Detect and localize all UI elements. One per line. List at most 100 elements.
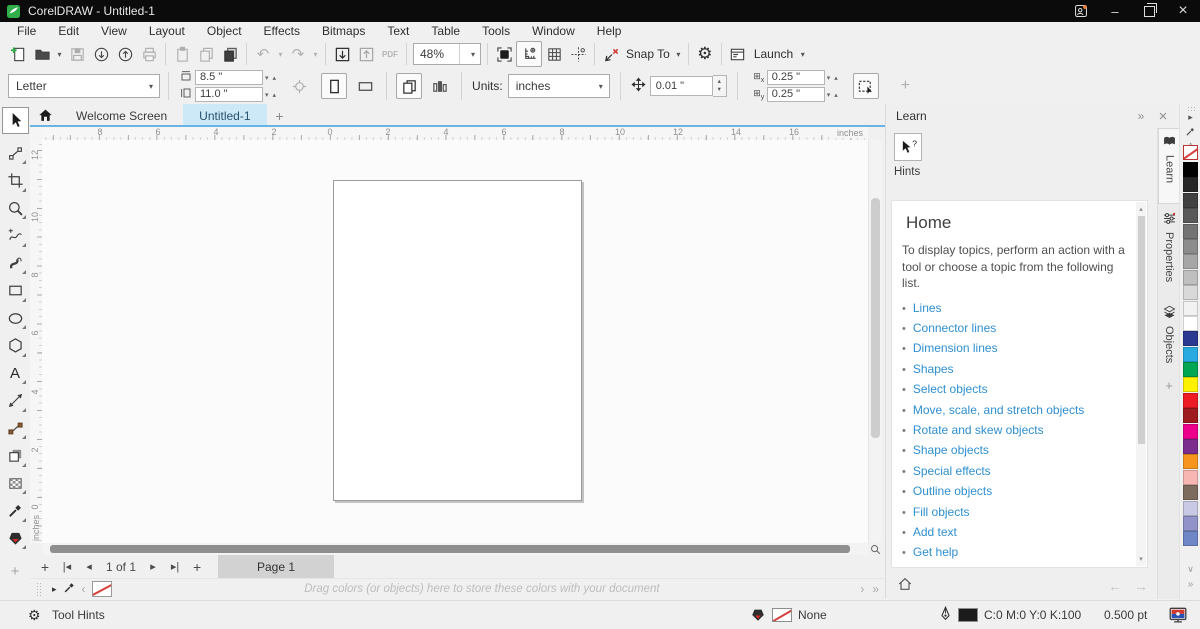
new-document-tab-icon[interactable]: + — [267, 104, 293, 127]
palette-eyedropper-icon[interactable] — [63, 581, 76, 597]
spin-down-icon[interactable]: ▾ — [825, 74, 833, 82]
nudge-distance-input[interactable]: 0.01 " — [650, 76, 713, 96]
show-grid-icon[interactable] — [542, 42, 566, 66]
tab-untitled-1[interactable]: Untitled-1 — [183, 104, 266, 127]
duplicate-icon[interactable] — [218, 42, 242, 66]
portrait-orientation-icon[interactable] — [321, 73, 347, 99]
scroll-down-icon[interactable]: ▾ — [1136, 555, 1146, 563]
page-height-input[interactable]: 11.0 " — [195, 87, 263, 102]
palette-swatch[interactable] — [1183, 408, 1198, 423]
artistic-media-tool[interactable] — [3, 251, 27, 275]
palette-swatch[interactable] — [1183, 470, 1198, 485]
tab-welcome-screen[interactable]: Welcome Screen — [60, 104, 183, 127]
palette-scroll-right-icon[interactable]: › — [860, 582, 864, 596]
horizontal-ruler[interactable]: 86420246810121416 inches — [42, 127, 868, 141]
width-increase-icon[interactable]: ▴ — [271, 74, 279, 82]
color-palette-scroll-down-icon[interactable]: ∨ — [1180, 564, 1200, 575]
height-decrease-icon[interactable]: ▾ — [263, 91, 271, 99]
palette-drag-handle[interactable] — [36, 582, 42, 596]
color-palette-expand-icon[interactable]: » — [1180, 579, 1200, 590]
learn-topic-link[interactable]: Outline objects — [913, 484, 992, 498]
launch-dropdown-icon[interactable]: ▾ — [797, 50, 808, 59]
palette-swatch[interactable] — [1183, 316, 1198, 331]
learn-topic-link[interactable]: Connector lines — [913, 321, 996, 335]
ellipse-tool[interactable] — [3, 306, 27, 330]
launch-label[interactable]: Launch — [754, 47, 793, 61]
docker-tab-learn[interactable]: Learn — [1158, 128, 1180, 204]
palette-swatch[interactable] — [1183, 424, 1198, 439]
palette-swatch[interactable] — [1183, 347, 1198, 362]
nudge-spinner[interactable]: ▴▾ — [713, 75, 727, 97]
close-docker-icon[interactable]: × — [1152, 108, 1174, 125]
learn-topic-link[interactable]: Lines — [913, 301, 942, 315]
menu-item[interactable]: View — [90, 22, 138, 40]
drop-shadow-tool[interactable] — [3, 444, 27, 468]
zoom-level-combo[interactable]: 48% ▾ — [413, 43, 481, 65]
page-1-tab[interactable]: Page 1 — [218, 555, 334, 578]
learn-topic-link[interactable]: Rotate and skew objects — [913, 423, 1044, 437]
scroll-up-icon[interactable]: ▴ — [1136, 205, 1146, 213]
customize-property-bar-icon[interactable]: + — [901, 77, 910, 95]
share-content-icon[interactable] — [113, 42, 137, 66]
all-pages-settings-icon[interactable] — [427, 74, 451, 98]
learn-topic-link[interactable]: Add text — [913, 525, 957, 539]
snap-to-dropdown-icon[interactable]: ▾ — [673, 50, 684, 59]
drawing-canvas[interactable] — [42, 140, 868, 543]
menu-item[interactable]: Tools — [471, 22, 521, 40]
palette-swatch[interactable] — [1183, 239, 1198, 254]
height-increase-icon[interactable]: ▴ — [271, 91, 279, 99]
fill-status-icon[interactable] — [750, 607, 766, 626]
learn-topic-link[interactable]: Shapes — [913, 362, 954, 376]
menu-item[interactable]: Effects — [253, 22, 311, 40]
menu-item[interactable]: Layout — [138, 22, 196, 40]
menu-item[interactable]: Bitmaps — [311, 22, 376, 40]
fullscreen-preview-icon[interactable] — [492, 42, 516, 66]
last-page-icon[interactable]: ▸| — [164, 560, 186, 573]
show-guidelines-icon[interactable] — [566, 42, 590, 66]
ruler-origin-corner[interactable] — [30, 127, 42, 140]
open-dropdown-icon[interactable]: ▾ — [54, 50, 65, 59]
learn-topic-link[interactable]: Get help — [913, 545, 958, 559]
spin-up-icon[interactable]: ▴ — [832, 74, 840, 82]
width-decrease-icon[interactable]: ▾ — [263, 74, 271, 82]
freehand-tool[interactable] — [3, 224, 27, 248]
show-rulers-icon[interactable] — [516, 41, 542, 67]
shape-tool[interactable] — [3, 141, 27, 165]
menu-item[interactable]: Help — [586, 22, 633, 40]
outline-pen-icon[interactable] — [938, 606, 953, 624]
menu-item[interactable]: File — [6, 22, 47, 40]
spin-up-icon[interactable]: ▴ — [832, 91, 840, 99]
palette-swatch[interactable] — [1183, 362, 1198, 377]
palette-swatch[interactable] — [1183, 254, 1198, 269]
palette-swatch[interactable] — [1183, 454, 1198, 469]
zoom-dropdown-icon[interactable]: ▾ — [459, 44, 480, 64]
palette-scroll-left-icon[interactable]: ‹ — [82, 582, 86, 596]
palette-swatch[interactable] — [1183, 331, 1198, 346]
learn-scrollbar[interactable]: ▴ ▾ — [1136, 202, 1146, 566]
status-gear-icon[interactable]: ⚙ — [28, 607, 41, 624]
crop-tool[interactable] — [3, 169, 27, 193]
get-content-icon[interactable] — [89, 42, 113, 66]
page-boundary[interactable] — [333, 180, 582, 501]
first-page-icon[interactable]: |◂ — [56, 560, 78, 573]
learn-topic-link[interactable]: Shape objects — [913, 443, 989, 457]
color-palette-flyout-icon[interactable]: ▸ — [1180, 112, 1200, 123]
docker-tab-properties[interactable]: Properties — [1158, 206, 1180, 298]
learn-topic-link[interactable]: Fill objects — [913, 505, 970, 519]
palette-swatch[interactable] — [1183, 516, 1198, 531]
welcome-home-icon[interactable] — [30, 104, 60, 127]
docker-tab-objects[interactable]: Objects — [1158, 300, 1180, 378]
learn-home-icon[interactable] — [895, 574, 915, 594]
hints-button[interactable]: ? — [894, 133, 922, 161]
smart-fill-tool[interactable] — [3, 526, 27, 550]
close-button[interactable]: × — [1166, 0, 1200, 22]
palette-swatch[interactable] — [1183, 208, 1198, 223]
parallel-dimension-tool[interactable] — [3, 389, 27, 413]
color-proof-monitor-icon[interactable] — [1168, 605, 1188, 628]
polygon-tool[interactable] — [3, 334, 27, 358]
treat-as-filled-icon[interactable] — [853, 73, 879, 99]
palette-expand-icon[interactable]: » — [872, 582, 879, 596]
menu-item[interactable]: Window — [521, 22, 586, 40]
menu-item[interactable]: Edit — [47, 22, 90, 40]
collapse-docker-icon[interactable]: » — [1130, 109, 1152, 123]
